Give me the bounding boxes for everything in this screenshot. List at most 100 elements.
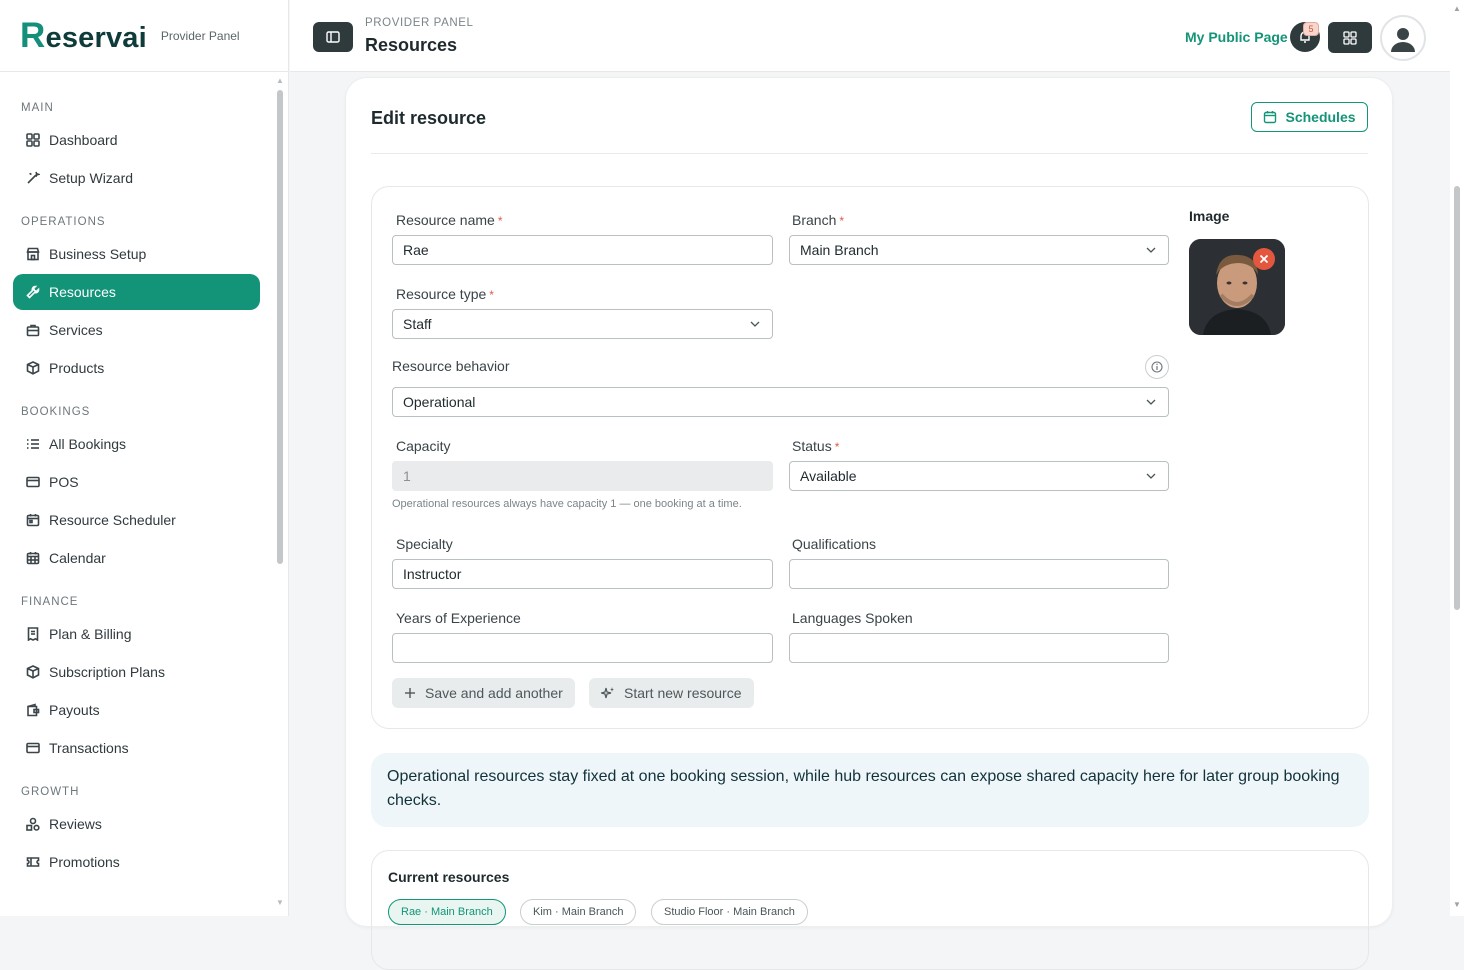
- provider-panel-label: Provider Panel: [160, 28, 240, 43]
- sidebar-item-reviews[interactable]: Reviews: [13, 806, 260, 842]
- sidebar-item-label: Resource Scheduler: [49, 512, 176, 528]
- resource-chip[interactable]: Kim · Main Branch: [520, 899, 637, 925]
- chevron-down-icon: [1146, 473, 1156, 479]
- user-avatar[interactable]: [1380, 15, 1426, 61]
- sidebar-item-label: Business Setup: [49, 246, 147, 262]
- sidebar-item-resources[interactable]: Resources: [13, 274, 260, 310]
- experience-input[interactable]: [392, 633, 773, 663]
- my-public-page-link[interactable]: My Public Page: [1185, 29, 1288, 45]
- card-icon: [25, 474, 41, 490]
- scroll-down-icon[interactable]: ▼: [276, 898, 284, 907]
- languages-label: Languages Spoken: [792, 610, 913, 626]
- status-label: Status *: [792, 438, 840, 454]
- resource-name-input[interactable]: Rae: [392, 235, 773, 265]
- sidebar-item-plan-billing[interactable]: Plan & Billing: [13, 616, 260, 652]
- chevron-down-icon: [1146, 247, 1156, 253]
- box-icon: [25, 360, 41, 376]
- start-new-label: Start new resource: [624, 685, 742, 701]
- sidebar-nav: MAIN Dashboard Setup Wizard OPERATIONS Busin…: [0, 84, 273, 882]
- sidebar-item-all-bookings[interactable]: All Bookings: [13, 426, 260, 462]
- qualifications-input[interactable]: [789, 559, 1169, 589]
- sidebar-item-label: Services: [49, 322, 103, 338]
- sidebar-item-dashboard[interactable]: Dashboard: [13, 122, 260, 158]
- sidebar-item-label: Calendar: [49, 550, 106, 566]
- divider: [371, 153, 1368, 154]
- briefcase-icon: [25, 322, 41, 338]
- capacity-note: Operational resources stay fixed at one …: [371, 753, 1369, 827]
- sidebar-scrollbar[interactable]: ▲ ▼: [275, 76, 285, 910]
- sidebar-item-services[interactable]: Services: [13, 312, 260, 348]
- branch-label: Branch *: [792, 212, 845, 228]
- wrench-icon: [25, 284, 41, 300]
- branch-select[interactable]: Main Branch: [789, 235, 1169, 265]
- sidebar: Reservai Provider Panel MAIN Dashboard Set…: [0, 0, 289, 916]
- user-icon: [1391, 28, 1415, 52]
- sidebar-item-resource-scheduler[interactable]: Resource Scheduler: [13, 502, 260, 538]
- sidebar-item-payouts[interactable]: Payouts: [13, 692, 260, 728]
- specialty-label: Specialty: [396, 536, 453, 552]
- sidebar-item-label: Resources: [49, 284, 116, 300]
- sidebar-item-label: Promotions: [49, 854, 120, 870]
- sidebar-toggle-button[interactable]: [313, 22, 353, 52]
- page-scroll-up-icon[interactable]: ▲: [1453, 4, 1461, 13]
- shapes-icon: [25, 816, 41, 832]
- resource-name-label: Resource name *: [396, 212, 503, 228]
- status-select[interactable]: Available: [789, 461, 1169, 491]
- resource-chip[interactable]: Rae · Main Branch: [388, 899, 506, 925]
- sidebar-item-subscription-plans[interactable]: Subscription Plans: [13, 654, 260, 690]
- sidebar-toggle-icon: [326, 31, 340, 43]
- sidebar-item-label: All Bookings: [49, 436, 127, 452]
- sidebar-item-business-setup[interactable]: Business Setup: [13, 236, 260, 272]
- nav-section-operations: OPERATIONS: [21, 216, 106, 228]
- sidebar-item-pos[interactable]: POS: [13, 464, 260, 500]
- sidebar-item-label: Reviews: [49, 816, 102, 832]
- specialty-input[interactable]: Instructor: [392, 559, 773, 589]
- resource-type-select[interactable]: Staff: [392, 309, 773, 339]
- sidebar-item-transactions[interactable]: Transactions: [13, 730, 260, 766]
- ticket-icon: [25, 854, 41, 870]
- start-new-resource-button[interactable]: Start new resource: [589, 678, 754, 708]
- info-icon[interactable]: [1145, 355, 1169, 379]
- nav-section-growth: GROWTH: [21, 786, 80, 798]
- sidebar-item-label: Dashboard: [49, 132, 118, 148]
- grid-icon: [25, 132, 41, 148]
- resource-form: Resource name * Rae Branch * Main Branch R…: [371, 186, 1369, 729]
- sidebar-item-label: POS: [49, 474, 79, 490]
- close-icon: [1259, 254, 1269, 264]
- save-and-add-another-button[interactable]: Save and add another: [392, 678, 575, 708]
- card-icon: [25, 740, 41, 756]
- logo[interactable]: Reservai: [20, 16, 147, 56]
- sidebar-item-label: Subscription Plans: [49, 664, 165, 680]
- scroll-up-icon[interactable]: ▲: [276, 76, 284, 85]
- chevron-down-icon: [750, 321, 760, 327]
- edit-resource-card: Edit resource Schedules Resource name * R…: [345, 77, 1393, 970]
- notification-count-badge: 5: [1303, 22, 1319, 36]
- sidebar-item-label: Setup Wizard: [49, 170, 134, 186]
- page-scroll-down-icon[interactable]: ▼: [1453, 900, 1461, 909]
- schedules-button[interactable]: Schedules: [1251, 102, 1368, 132]
- page-scroll-thumb[interactable]: [1454, 186, 1460, 610]
- sidebar-scroll-thumb[interactable]: [277, 90, 283, 564]
- image-label: Image: [1189, 208, 1230, 224]
- store-icon: [25, 246, 41, 262]
- resource-chip[interactable]: Studio Floor · Main Branch: [651, 899, 808, 925]
- page-scrollbar[interactable]: ▲ ▼: [1450, 0, 1464, 916]
- remove-image-button[interactable]: [1253, 248, 1275, 270]
- box-icon: [25, 664, 41, 680]
- sidebar-item-setup-wizard[interactable]: Setup Wizard: [13, 160, 260, 196]
- nav-section-finance: FINANCE: [21, 596, 79, 608]
- sidebar-item-calendar[interactable]: Calendar: [13, 540, 260, 576]
- calendar-icon: [25, 512, 41, 528]
- sidebar-item-label: Plan & Billing: [49, 626, 132, 642]
- apps-grid-icon: [1343, 30, 1357, 45]
- resource-behavior-select[interactable]: Operational: [392, 387, 1169, 417]
- resource-behavior-label: Resource behavior: [392, 358, 510, 374]
- sidebar-item-promotions[interactable]: Promotions: [13, 844, 260, 880]
- apps-button[interactable]: [1328, 22, 1372, 53]
- current-resources-title: Current resources: [388, 869, 510, 885]
- sidebar-item-products[interactable]: Products: [13, 350, 260, 386]
- calendar-icon: [1264, 111, 1277, 124]
- languages-input[interactable]: [789, 633, 1169, 663]
- chevron-down-icon: [1146, 399, 1156, 405]
- plus-icon: [405, 688, 415, 698]
